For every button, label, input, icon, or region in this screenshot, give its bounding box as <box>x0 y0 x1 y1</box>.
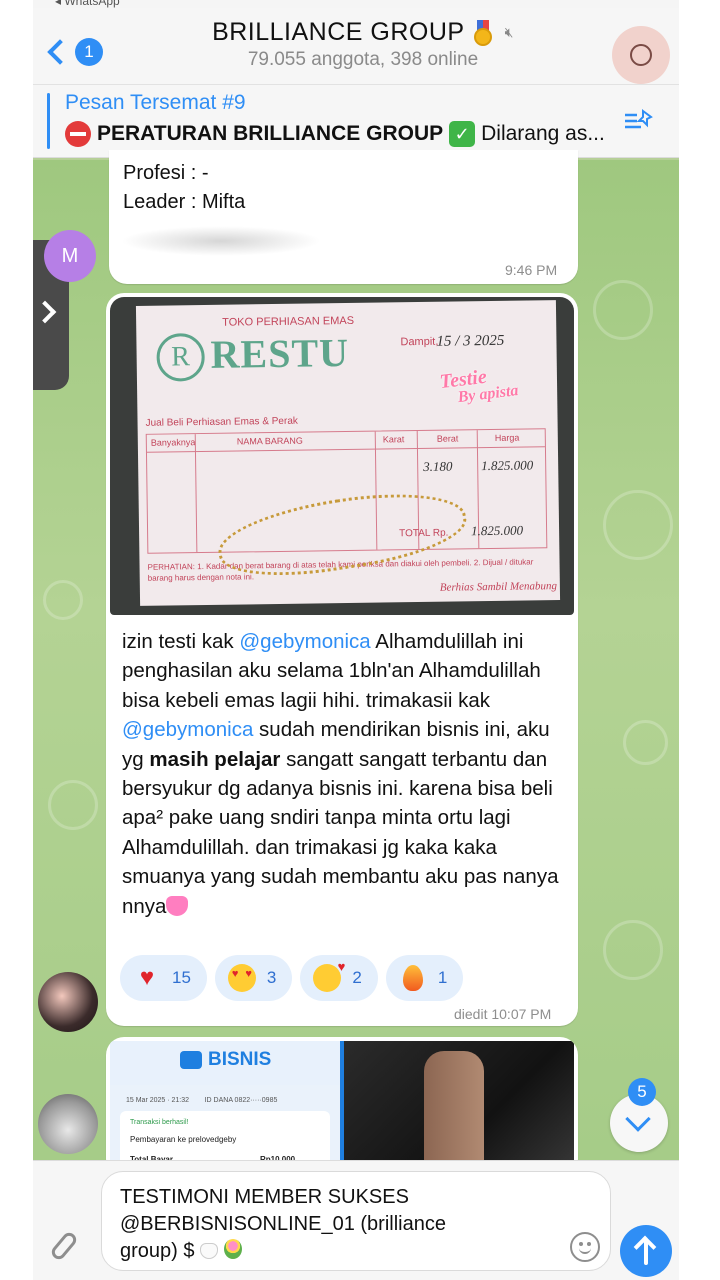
receipt-date: 15 / 3 2025 <box>436 332 505 350</box>
receipt-shop: TOKO PERHIASAN EMAS <box>222 314 355 329</box>
send-button[interactable] <box>620 1225 672 1277</box>
muted-icon: 🔇︎ <box>504 24 514 40</box>
smiling-face-with-hearts-icon <box>313 959 345 992</box>
reaction-count: 3 <box>266 968 277 987</box>
receipt-slogan: Berhias Sambil Menabung <box>439 580 558 594</box>
message-line: Leader : Mifta <box>123 191 246 213</box>
bouquet-icon <box>223 1239 242 1259</box>
group-avatar[interactable] <box>612 26 670 84</box>
emoji-button[interactable] <box>570 1232 600 1262</box>
avatar[interactable]: M <box>44 230 96 282</box>
member-count: 79.055 anggota, 398 online <box>247 49 479 70</box>
composer: TESTIMONI MEMBER SUKSES @BERBISNISONLINE… <box>33 1160 679 1280</box>
reactions-bar: ♥ 15 3 2 1 <box>120 955 464 1001</box>
receipt-subtitle: Jual Beli Perhiasan Emas & Perak <box>145 415 298 429</box>
payment-screenshot[interactable]: BISNIS 15 Mar 2025 · 21:32 ID DANA 0822·… <box>110 1041 340 1177</box>
pink-heart-icon <box>166 895 189 916</box>
mention-link[interactable]: @gebymonica <box>122 718 253 741</box>
heart-eyes-face-icon <box>227 964 256 992</box>
redacted-area <box>121 226 321 256</box>
group-name: BRILLIANCE GROUP <box>212 18 465 46</box>
bisnis-logo: BISNIS <box>180 1049 271 1071</box>
receipt-col: Karat <box>382 434 405 445</box>
red-heart-icon: ♥ <box>139 964 155 991</box>
chevron-left-icon <box>47 39 73 65</box>
avatar[interactable] <box>38 972 98 1032</box>
receipt-total: 1.825.000 <box>470 522 524 539</box>
transaction-status: Transaksi berhasil! <box>130 1119 189 1126</box>
payment-recipient: Pembayaran ke prelovedgeby <box>130 1135 237 1144</box>
message-bubble[interactable]: TOKO PERHIASAN EMAS R RESTU Dampit, 15 /… <box>106 293 578 1026</box>
reaction-fire[interactable]: 1 <box>385 955 464 1001</box>
receipt-weight: 3.180 <box>423 458 453 474</box>
message-text: izin testi kak @gebymonica Alhamdulillah… <box>122 630 559 918</box>
chevron-right-icon <box>33 300 57 324</box>
back-button[interactable]: 1 <box>43 34 103 70</box>
pinned-message-bar[interactable]: Pesan Tersemat #9 PERATURAN BRILLIANCE G… <box>33 84 679 158</box>
pinned-list-icon[interactable] <box>623 107 655 135</box>
check-mark-icon: ✓ <box>449 121 476 147</box>
avatar[interactable] <box>38 1094 98 1154</box>
message-time: 9:46 PM <box>505 262 558 278</box>
wallet-icon <box>180 1051 202 1069</box>
chat-title: BRILLIANCE GROUP 🔇︎ <box>212 18 514 47</box>
smiley-icon <box>579 1248 591 1254</box>
reaction-red-heart[interactable]: ♥ 15 <box>120 955 207 1001</box>
first-place-medal-icon <box>473 19 493 46</box>
chat-header: 1 BRILLIANCE GROUP 🔇︎ 79.055 anggota, 39… <box>33 8 679 84</box>
message-time: diedit 10:07 PM <box>454 1006 552 1022</box>
receipt-col: Berat <box>436 433 459 444</box>
receipt-col: Banyaknya <box>150 437 196 448</box>
receipt-photo[interactable]: TOKO PERHIASAN EMAS R RESTU Dampit, 15 /… <box>110 297 574 615</box>
receipt-col: Harga <box>494 432 520 443</box>
no-entry-icon <box>65 121 91 147</box>
mention-link[interactable]: @gebymonica <box>239 630 370 653</box>
reaction-count: 2 <box>352 968 362 987</box>
reaction-heart-eyes[interactable]: 3 <box>214 955 293 1001</box>
back-to-app-link[interactable]: ◂ WhatsApp <box>55 0 120 8</box>
paperclip-icon <box>48 1230 80 1262</box>
attach-button[interactable] <box>48 1229 80 1265</box>
receipt-date-label: Dampit, <box>400 335 439 349</box>
message-input-text: TESTIMONI MEMBER SUKSES @BERBISNISONLINE… <box>120 1186 446 1262</box>
testi-stamp: Testie By apista <box>438 365 520 407</box>
app-frame: ◂ WhatsApp 1 BRILLIANCE GROUP 🔇︎ 79.055 … <box>33 0 679 1280</box>
reaction-count: 15 <box>172 968 191 987</box>
unread-badge: 1 <box>75 38 103 66</box>
message-input[interactable]: TESTIMONI MEMBER SUKSES @BERBISNISONLINE… <box>101 1171 611 1271</box>
message-line: Profesi : - <box>123 162 209 184</box>
pinned-rule-suffix: Dilarang as... <box>481 122 605 145</box>
receipt-logo: R <box>156 332 205 382</box>
message-bubble[interactable]: Profesi : - Leader : Mifta 9:46 PM <box>109 150 578 284</box>
photo[interactable] <box>344 1041 574 1177</box>
reaction-count: 1 <box>437 968 448 987</box>
receipt: TOKO PERHIASAN EMAS R RESTU Dampit, 15 /… <box>135 300 561 606</box>
chevron-down-icon <box>625 1106 651 1132</box>
receipt-table-header: Banyaknya NAMA BARANG Karat Berat Harga <box>146 429 545 453</box>
transaction-meta: 15 Mar 2025 · 21:32 ID DANA 0822·····098… <box>126 1097 278 1104</box>
fire-icon <box>402 965 423 991</box>
pinned-preview: PERATURAN BRILLIANCE GROUP ✓ Dilarang as… <box>65 121 625 147</box>
receipt-price: 1.825.000 <box>481 457 534 474</box>
group-logo-icon <box>630 44 652 66</box>
reaction-smiling-hearts[interactable]: 2 <box>300 955 378 1001</box>
unread-count-badge: 5 <box>628 1078 656 1106</box>
pinned-rule-title: PERATURAN BRILLIANCE GROUP <box>97 122 444 145</box>
pinned-title: Pesan Tersemat #9 <box>65 91 246 114</box>
white-heart-icon <box>200 1243 219 1259</box>
receipt-col: NAMA BARANG <box>236 435 303 447</box>
receipt-brand: RESTU <box>210 329 350 377</box>
chat-title-area[interactable]: BRILLIANCE GROUP 🔇︎ 79.055 anggota, 398 … <box>183 18 543 71</box>
pinned-indicator <box>47 93 50 149</box>
message-bubble[interactable]: BISNIS 15 Mar 2025 · 21:32 ID DANA 0822·… <box>106 1037 578 1177</box>
